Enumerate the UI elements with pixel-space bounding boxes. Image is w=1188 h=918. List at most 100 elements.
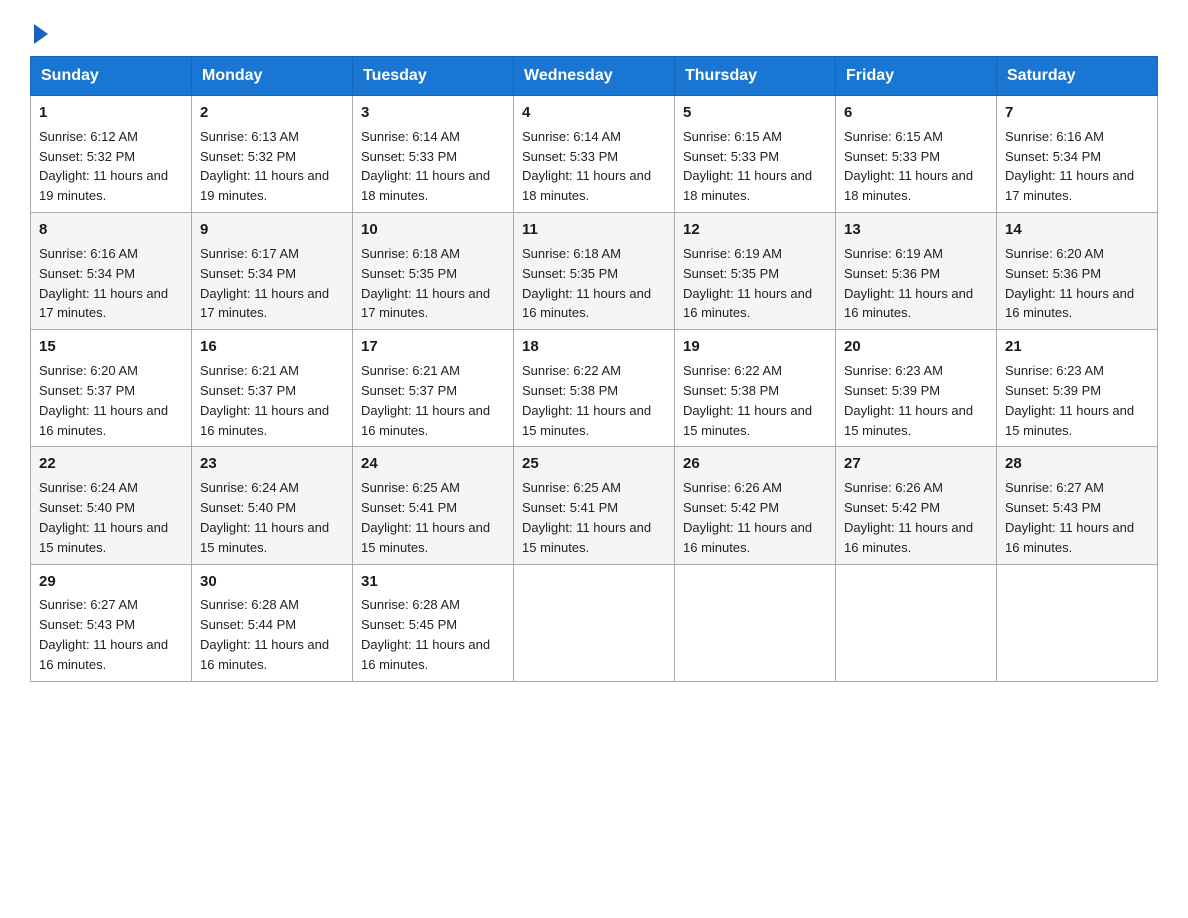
calendar-day-cell: 5Sunrise: 6:15 AMSunset: 5:33 PMDaylight… (675, 96, 836, 213)
calendar-day-cell: 8Sunrise: 6:16 AMSunset: 5:34 PMDaylight… (31, 213, 192, 330)
day-number: 3 (361, 102, 505, 124)
day-number: 11 (522, 219, 666, 241)
day-number: 23 (200, 453, 344, 475)
day-daylight: Daylight: 11 hours and 18 minutes. (361, 168, 490, 203)
calendar-day-cell: 14Sunrise: 6:20 AMSunset: 5:36 PMDayligh… (997, 213, 1158, 330)
day-sunset: Sunset: 5:33 PM (844, 149, 940, 164)
day-number: 21 (1005, 336, 1149, 358)
day-number: 22 (39, 453, 183, 475)
day-sunset: Sunset: 5:39 PM (844, 383, 940, 398)
day-sunrise: Sunrise: 6:24 AM (39, 480, 138, 495)
day-number: 15 (39, 336, 183, 358)
day-daylight: Daylight: 11 hours and 15 minutes. (522, 520, 651, 555)
day-sunset: Sunset: 5:37 PM (200, 383, 296, 398)
day-sunrise: Sunrise: 6:20 AM (1005, 246, 1104, 261)
day-sunset: Sunset: 5:38 PM (683, 383, 779, 398)
day-sunrise: Sunrise: 6:21 AM (361, 363, 460, 378)
day-daylight: Daylight: 11 hours and 15 minutes. (200, 520, 329, 555)
day-daylight: Daylight: 11 hours and 16 minutes. (361, 403, 490, 438)
calendar-day-cell: 2Sunrise: 6:13 AMSunset: 5:32 PMDaylight… (192, 96, 353, 213)
calendar-day-cell: 20 Sunrise: 6:23 AM Sunset: 5:39 PM Dayligh… (836, 330, 997, 447)
calendar-week-row: 22 Sunrise: 6:24 AM Sunset: 5:40 PM Dayligh… (31, 447, 1158, 564)
calendar-day-cell: 28Sunrise: 6:27 AMSunset: 5:43 PMDayligh… (997, 447, 1158, 564)
day-sunrise: Sunrise: 6:27 AM (1005, 480, 1104, 495)
day-sunset: Sunset: 5:34 PM (39, 266, 135, 281)
calendar-day-cell: 7Sunrise: 6:16 AMSunset: 5:34 PMDaylight… (997, 96, 1158, 213)
day-sunrise: Sunrise: 6:17 AM (200, 246, 299, 261)
calendar-day-cell (514, 564, 675, 681)
day-number: 2 (200, 102, 344, 124)
weekday-header-friday: Friday (836, 57, 997, 96)
day-sunset: Sunset: 5:34 PM (200, 266, 296, 281)
calendar-day-cell: 30Sunrise: 6:28 AMSunset: 5:44 PMDayligh… (192, 564, 353, 681)
day-daylight: Daylight: 11 hours and 19 minutes. (200, 168, 329, 203)
day-sunrise: Sunrise: 6:23 AM (844, 363, 943, 378)
calendar-week-row: 15Sunrise: 6:20 AMSunset: 5:37 PMDayligh… (31, 330, 1158, 447)
day-sunrise: Sunrise: 6:14 AM (361, 129, 460, 144)
day-number: 18 (522, 336, 666, 358)
day-number: 25 (522, 453, 666, 475)
calendar-day-cell: 16 Sunrise: 6:21 AM Sunset: 5:37 PM Dayligh… (192, 330, 353, 447)
calendar-week-row: 29 Sunrise: 6:27 AM Sunset: 5:43 PM Dayligh… (31, 564, 1158, 681)
day-daylight: Daylight: 11 hours and 15 minutes. (522, 403, 651, 438)
day-number: 16 (200, 336, 344, 358)
calendar-day-cell: 24Sunrise: 6:25 AMSunset: 5:41 PMDayligh… (353, 447, 514, 564)
calendar-day-cell (675, 564, 836, 681)
day-number: 1 (39, 102, 183, 124)
day-number: 4 (522, 102, 666, 124)
calendar-day-cell: 19Sunrise: 6:22 AMSunset: 5:38 PMDayligh… (675, 330, 836, 447)
day-daylight: Daylight: 11 hours and 17 minutes. (39, 286, 168, 321)
day-sunset: Sunset: 5:43 PM (39, 617, 135, 632)
day-sunset: Sunset: 5:39 PM (1005, 383, 1101, 398)
day-sunrise: Sunrise: 6:19 AM (844, 246, 943, 261)
day-sunrise: Sunrise: 6:16 AM (1005, 129, 1104, 144)
day-sunset: Sunset: 5:35 PM (522, 266, 618, 281)
day-sunrise: Sunrise: 6:25 AM (522, 480, 621, 495)
day-daylight: Daylight: 11 hours and 16 minutes. (361, 637, 490, 672)
day-daylight: Daylight: 11 hours and 17 minutes. (1005, 168, 1134, 203)
day-number: 20 (844, 336, 988, 358)
day-number: 30 (200, 571, 344, 593)
day-daylight: Daylight: 11 hours and 16 minutes. (200, 637, 329, 672)
day-sunrise: Sunrise: 6:25 AM (361, 480, 460, 495)
day-sunrise: Sunrise: 6:22 AM (522, 363, 621, 378)
day-daylight: Daylight: 11 hours and 16 minutes. (844, 520, 973, 555)
day-number: 5 (683, 102, 827, 124)
day-sunrise: Sunrise: 6:14 AM (522, 129, 621, 144)
day-sunset: Sunset: 5:42 PM (844, 500, 940, 515)
day-sunset: Sunset: 5:41 PM (361, 500, 457, 515)
day-sunset: Sunset: 5:40 PM (39, 500, 135, 515)
day-daylight: Daylight: 11 hours and 16 minutes. (200, 403, 329, 438)
day-number: 8 (39, 219, 183, 241)
day-sunrise: Sunrise: 6:13 AM (200, 129, 299, 144)
day-sunrise: Sunrise: 6:26 AM (844, 480, 943, 495)
day-number: 28 (1005, 453, 1149, 475)
calendar-day-cell: 12Sunrise: 6:19 AMSunset: 5:35 PMDayligh… (675, 213, 836, 330)
calendar-week-row: 8Sunrise: 6:16 AMSunset: 5:34 PMDaylight… (31, 213, 1158, 330)
calendar-day-cell: 11Sunrise: 6:18 AMSunset: 5:35 PMDayligh… (514, 213, 675, 330)
day-sunrise: Sunrise: 6:21 AM (200, 363, 299, 378)
day-sunset: Sunset: 5:36 PM (1005, 266, 1101, 281)
calendar-day-cell: 31Sunrise: 6:28 AMSunset: 5:45 PMDayligh… (353, 564, 514, 681)
day-sunrise: Sunrise: 6:19 AM (683, 246, 782, 261)
day-sunset: Sunset: 5:40 PM (200, 500, 296, 515)
weekday-header-wednesday: Wednesday (514, 57, 675, 96)
day-daylight: Daylight: 11 hours and 17 minutes. (200, 286, 329, 321)
calendar-day-cell: 26Sunrise: 6:26 AMSunset: 5:42 PMDayligh… (675, 447, 836, 564)
calendar-day-cell: 1Sunrise: 6:12 AMSunset: 5:32 PMDaylight… (31, 96, 192, 213)
day-number: 29 (39, 571, 183, 593)
day-sunrise: Sunrise: 6:27 AM (39, 597, 138, 612)
day-daylight: Daylight: 11 hours and 15 minutes. (844, 403, 973, 438)
day-daylight: Daylight: 11 hours and 18 minutes. (522, 168, 651, 203)
day-number: 31 (361, 571, 505, 593)
day-sunset: Sunset: 5:38 PM (522, 383, 618, 398)
calendar-day-cell: 10Sunrise: 6:18 AMSunset: 5:35 PMDayligh… (353, 213, 514, 330)
day-daylight: Daylight: 11 hours and 18 minutes. (844, 168, 973, 203)
weekday-header-saturday: Saturday (997, 57, 1158, 96)
day-sunrise: Sunrise: 6:12 AM (39, 129, 138, 144)
day-daylight: Daylight: 11 hours and 18 minutes. (683, 168, 812, 203)
day-sunrise: Sunrise: 6:15 AM (844, 129, 943, 144)
calendar-day-cell: 21Sunrise: 6:23 AMSunset: 5:39 PMDayligh… (997, 330, 1158, 447)
logo (30, 20, 48, 38)
day-sunset: Sunset: 5:33 PM (361, 149, 457, 164)
